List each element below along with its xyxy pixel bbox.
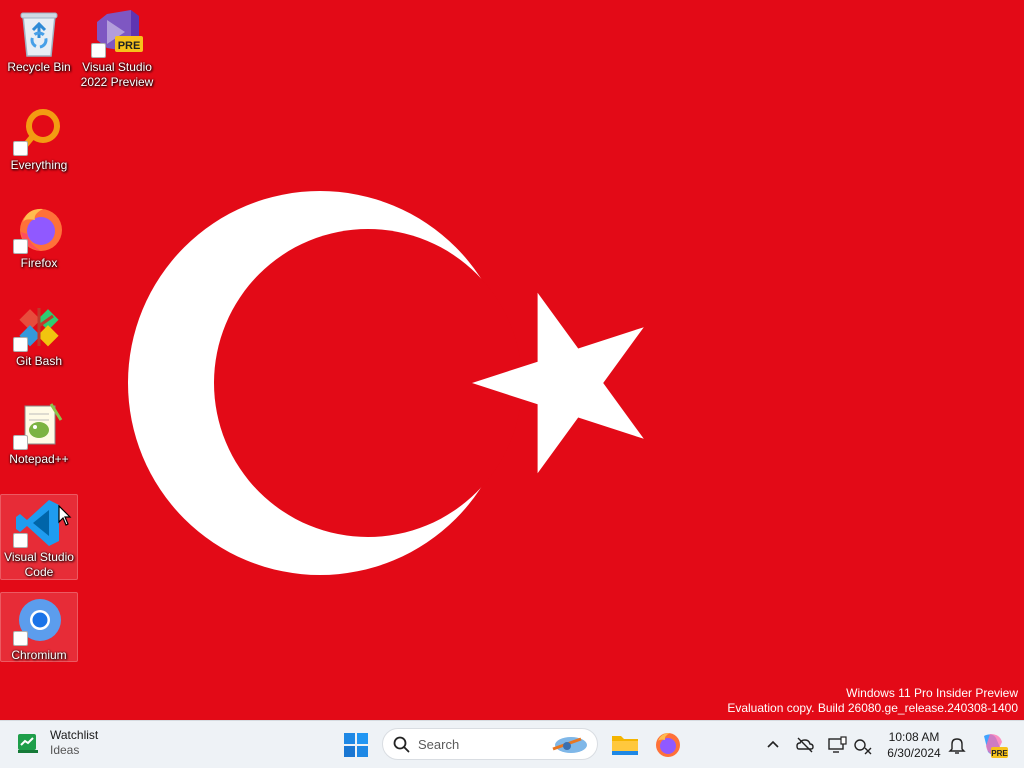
mouse-cursor-icon [58,505,72,526]
copilot-icon: PRE [984,734,1008,758]
desktop-icon-notepad-plus-plus[interactable]: Notepad++ [0,396,78,470]
desktop-icon-label: Everything [10,158,68,172]
shortcut-arrow-icon [13,239,28,254]
desktop-icon-firefox[interactable]: Firefox [0,200,78,274]
desktop-icon-label: Recycle Bin [7,60,71,74]
shortcut-arrow-icon [13,533,28,548]
desktop-icon-everything[interactable]: Everything [0,102,78,176]
widget-title: Watchlist [50,728,99,742]
search-icon [393,736,410,753]
desktop-icon-label: Visual Studio Code [4,550,74,579]
desktop-icon-label: Visual Studio 2022 Preview [80,60,154,89]
windows-evaluation-watermark: Windows 11 Pro Insider Preview Evaluatio… [727,686,1018,716]
wallpaper-turkish-flag [0,0,1024,720]
desktop-icon-recycle-bin[interactable]: Recycle Bin [0,4,78,78]
visual-studio-preview-icon: PRE [91,8,143,58]
shortcut-arrow-icon [13,141,28,156]
watermark-line-2: Evaluation copy. Build 26080.ge_release.… [727,701,1018,715]
taskbar: Watchlist Ideas Search 10:08 AM 6/30/202… [0,720,1024,768]
clock-time: 10:08 AM [888,730,940,744]
shortcut-arrow-icon [13,435,28,450]
clock-date: 6/30/2024 [887,746,941,760]
recycle-bin-icon [13,8,65,58]
firefox-icon [656,733,680,757]
taskbar-search-box[interactable]: Search [382,728,598,760]
desktop-icon-label: Git Bash [15,354,63,368]
copilot-button[interactable]: PRE [978,730,1008,760]
search-placeholder: Search [418,737,460,752]
shortcut-arrow-icon [13,337,28,352]
copilot-preview-badge: PRE [991,749,1008,758]
chromium-icon [13,596,65,646]
chevron-up-icon[interactable] [762,734,784,756]
widgets-button[interactable]: Watchlist Ideas [16,727,98,758]
desktop-icon-label: Notepad++ [9,452,69,466]
watermark-line-1: Windows 11 Pro Insider Preview [846,686,1018,700]
notepad-plus-plus-icon [13,400,65,450]
desktop[interactable]: Recycle Bin PRE Visual Studio 2022 Previ… [0,0,1024,720]
windows-logo-icon [344,733,368,757]
shortcut-arrow-icon [91,43,106,58]
folder-icon [612,736,638,755]
git-bash-icon [13,302,65,352]
onedrive-offline-icon[interactable] [794,734,816,756]
display-icon[interactable] [826,734,848,756]
preview-badge: PRE [118,40,141,52]
shortcut-arrow-icon [13,631,28,646]
widget-subtitle: Ideas [50,743,80,757]
desktop-icon-label: Firefox [20,256,58,270]
network-offline-icon[interactable] [852,734,874,756]
taskbar-file-explorer[interactable] [609,729,641,761]
desktop-icon-chromium[interactable]: Chromium [0,592,78,662]
everything-search-icon [13,106,65,156]
desktop-icon-visual-studio-2022-preview[interactable]: PRE Visual Studio 2022 Preview [78,4,156,92]
taskbar-firefox[interactable] [652,729,684,761]
desktop-icon-git-bash[interactable]: Git Bash [0,298,78,372]
firefox-icon [13,204,65,254]
start-button[interactable] [340,729,372,761]
taskbar-clock[interactable]: 10:08 AM 6/30/2024 [880,729,948,761]
search-highlight-icon [552,737,587,753]
notification-bell-icon[interactable] [946,734,968,756]
desktop-icon-label: Chromium [11,648,67,662]
stock-watchlist-icon [18,733,38,753]
